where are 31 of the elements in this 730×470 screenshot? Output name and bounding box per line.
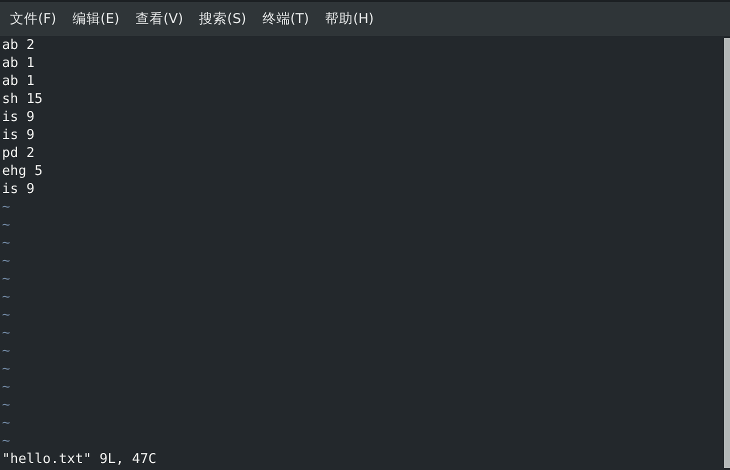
- empty-line-marker: ~: [2, 288, 10, 306]
- empty-line-marker: ~: [2, 396, 10, 414]
- menu-item[interactable]: 终端(T): [258, 10, 318, 28]
- empty-line-marker: ~: [2, 324, 10, 342]
- empty-line-marker: ~: [2, 234, 10, 252]
- text-line: ab 2: [2, 36, 35, 54]
- empty-line-marker: ~: [2, 378, 10, 396]
- menu-item[interactable]: 编辑(E): [68, 10, 128, 28]
- text-line: sh 15: [2, 90, 43, 108]
- text-line: is 9: [2, 126, 35, 144]
- empty-line-marker: ~: [2, 414, 10, 432]
- empty-line-marker: ~: [2, 342, 10, 360]
- empty-line-marker: ~: [2, 432, 10, 450]
- status-line: "hello.txt" 9L, 47C: [2, 450, 156, 468]
- text-line: is 9: [2, 108, 35, 126]
- menu-item[interactable]: 查看(V): [131, 10, 192, 28]
- text-line: ehg 5: [2, 162, 43, 180]
- menu-item[interactable]: 文件(F): [6, 10, 64, 28]
- empty-line-marker: ~: [2, 252, 10, 270]
- scrollbar[interactable]: [724, 38, 730, 468]
- menu-item[interactable]: 搜索(S): [195, 10, 254, 28]
- empty-line-marker: ~: [2, 270, 10, 288]
- text-line: pd 2: [2, 144, 35, 162]
- text-line: ab 1: [2, 72, 35, 90]
- text-line: ab 1: [2, 54, 35, 72]
- empty-line-marker: ~: [2, 216, 10, 234]
- empty-line-marker: ~: [2, 306, 10, 324]
- menu-item[interactable]: 帮助(H): [321, 10, 382, 28]
- empty-line-marker: ~: [2, 198, 10, 216]
- empty-line-marker: ~: [2, 360, 10, 378]
- text-line: is 9: [2, 180, 35, 198]
